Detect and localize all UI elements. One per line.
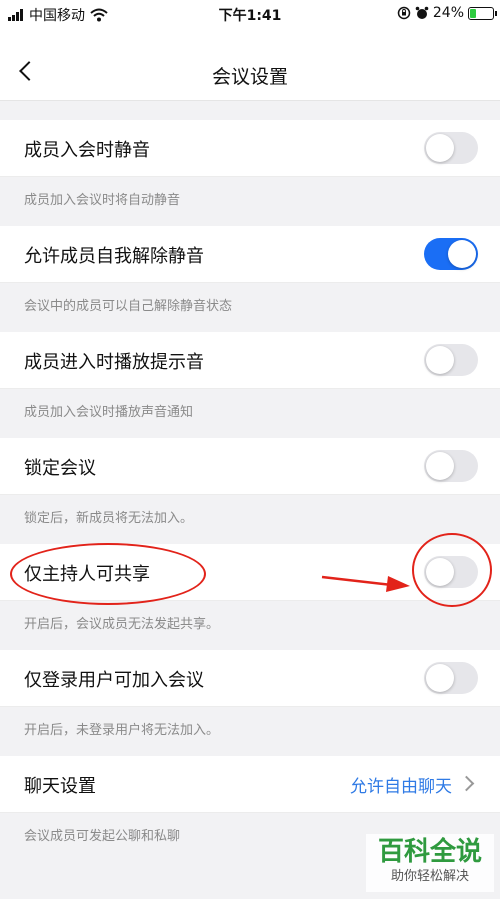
- setting-label: 成员进入时播放提示音: [24, 352, 204, 373]
- setting-label: 仅主持人可共享: [24, 564, 150, 585]
- setting-label: 聊天设置: [24, 776, 96, 797]
- setting-row-lock-meeting: 锁定会议: [0, 438, 500, 495]
- mute-on-entry-toggle[interactable]: [424, 132, 478, 164]
- status-right: 24%: [397, 5, 497, 21]
- alarm-icon: [415, 6, 429, 19]
- setting-row-allow-unmute: 允许成员自我解除静音: [0, 226, 500, 283]
- setting-row-chat[interactable]: 聊天设置 允许自由聊天: [0, 756, 500, 813]
- page-title: 会议设置: [211, 66, 288, 88]
- setting-row-entry-sound: 成员进入时播放提示音: [0, 332, 500, 389]
- battery-icon: [468, 6, 497, 20]
- setting-row-mute-on-entry: 成员入会时静音: [0, 120, 500, 177]
- setting-row-host-only-share: 仅主持人可共享: [0, 544, 500, 601]
- lock-meeting-toggle[interactable]: [424, 450, 478, 482]
- watermark-logo: 百科全说 助你轻松解决: [366, 834, 494, 892]
- nav-bar: 会议设置: [0, 28, 500, 101]
- setting-description: 会议成员可发起公聊和私聊: [24, 829, 181, 844]
- chevron-right-icon: [458, 775, 475, 792]
- setting-description: 会议中的成员可以自己解除静音状态: [24, 299, 233, 314]
- setting-row-login-only-join: 仅登录用户可加入会议: [0, 650, 500, 707]
- host-only-share-toggle[interactable]: [424, 556, 478, 588]
- setting-description: 成员加入会议时将自动静音: [24, 193, 181, 208]
- setting-description: 开启后，会议成员无法发起共享。: [24, 617, 220, 632]
- setting-description: 成员加入会议时播放声音通知: [24, 405, 194, 420]
- allow-unmute-toggle[interactable]: [424, 238, 478, 270]
- entry-sound-toggle[interactable]: [424, 344, 478, 376]
- setting-label: 允许成员自我解除静音: [24, 246, 204, 267]
- chat-setting-value[interactable]: 允许自由聊天: [350, 772, 452, 797]
- watermark-title: 百科全说: [377, 837, 482, 867]
- setting-label: 成员入会时静音: [24, 140, 150, 161]
- watermark-subtitle: 助你轻松解决: [390, 869, 469, 884]
- orientation-lock-icon: [397, 6, 411, 20]
- login-only-join-toggle[interactable]: [424, 662, 478, 694]
- setting-label: 仅登录用户可加入会议: [24, 670, 204, 691]
- status-bar: 中国移动 下午1:41 24%: [0, 0, 500, 28]
- battery-percent: 24%: [432, 5, 464, 21]
- setting-label: 锁定会议: [24, 458, 96, 479]
- setting-description: 锁定后，新成员将无法加入。: [24, 511, 194, 526]
- setting-description: 开启后，未登录用户将无法加入。: [24, 723, 220, 738]
